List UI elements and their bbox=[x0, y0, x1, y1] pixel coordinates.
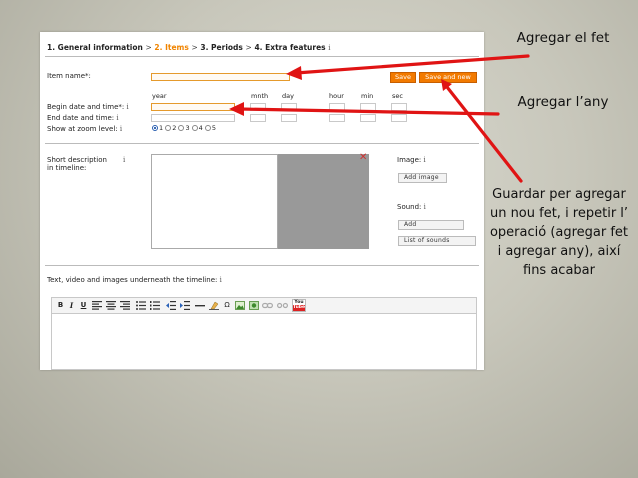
screenshot-panel: 1. General information > 2. Items > 3. P… bbox=[40, 32, 484, 370]
eraser-icon[interactable] bbox=[209, 301, 219, 310]
info-icon[interactable]: i bbox=[424, 203, 426, 211]
callout-save-instructions: Guardar per agregar un nou fet, i repeti… bbox=[489, 187, 629, 278]
special-character-button[interactable]: Ω bbox=[222, 301, 232, 310]
short-description-textarea[interactable] bbox=[151, 154, 278, 249]
bold-button[interactable]: B bbox=[56, 301, 65, 310]
editor-toolbar: B I U Ω You Tube bbox=[51, 297, 477, 314]
begin-sec-input[interactable] bbox=[391, 103, 407, 111]
divider bbox=[45, 265, 479, 266]
callout-add-item: Agregar el fet bbox=[516, 30, 610, 46]
callout-add-year: Agregar l’any bbox=[517, 94, 609, 110]
radio-selected-icon[interactable] bbox=[152, 125, 158, 131]
item-name-label: Item name*: bbox=[47, 72, 91, 80]
close-icon[interactable]: ✕ bbox=[359, 153, 367, 163]
radio-icon[interactable] bbox=[165, 125, 172, 131]
step-separator: > bbox=[191, 43, 198, 52]
end-hour-input[interactable] bbox=[329, 114, 345, 122]
column-month: mnth bbox=[251, 92, 269, 100]
add-sound-button[interactable]: Add bbox=[398, 220, 464, 230]
zoom-option-1[interactable]: 1 bbox=[152, 124, 163, 132]
zoom-level-label: Show at zoom level: i bbox=[47, 125, 123, 133]
horizontal-rule-icon[interactable] bbox=[195, 301, 205, 310]
short-description-label: Short description bbox=[47, 156, 107, 164]
step-separator: > bbox=[145, 43, 152, 52]
begin-day-input[interactable] bbox=[281, 103, 297, 111]
column-sec: sec bbox=[392, 92, 403, 100]
step-items[interactable]: 2. Items bbox=[154, 43, 188, 52]
info-icon[interactable]: i bbox=[120, 125, 122, 133]
begin-date-label: Begin date and time*: i bbox=[47, 103, 129, 111]
zoom-option-5[interactable]: 5 bbox=[204, 124, 216, 132]
zoom-option-2[interactable]: 2 bbox=[165, 124, 176, 132]
begin-year-input[interactable] bbox=[151, 103, 235, 111]
short-description-label-line2: in timeline: bbox=[47, 164, 87, 172]
begin-min-input[interactable] bbox=[360, 103, 376, 111]
end-year-input[interactable] bbox=[151, 114, 235, 122]
info-icon[interactable]: i bbox=[220, 276, 222, 284]
column-day: day bbox=[282, 92, 294, 100]
info-icon[interactable]: i bbox=[424, 156, 426, 164]
italic-button[interactable]: I bbox=[67, 301, 76, 310]
info-icon[interactable]: i bbox=[328, 44, 330, 52]
add-image-button[interactable]: Add image bbox=[398, 173, 447, 183]
insert-image-icon[interactable] bbox=[235, 301, 245, 310]
save-button[interactable]: Save bbox=[390, 72, 416, 83]
info-icon[interactable]: i bbox=[123, 156, 125, 164]
list-of-sounds-button[interactable]: List of sounds bbox=[398, 236, 476, 246]
end-sec-input[interactable] bbox=[391, 114, 407, 122]
step-periods[interactable]: 3. Periods bbox=[200, 43, 243, 52]
align-right-icon[interactable] bbox=[120, 301, 130, 310]
link-icon[interactable] bbox=[262, 301, 273, 310]
zoom-level-radio-group: 1 2 3 4 5 bbox=[152, 124, 216, 132]
end-date-label: End date and time: i bbox=[47, 114, 119, 122]
begin-month-input[interactable] bbox=[250, 103, 266, 111]
unlink-icon[interactable] bbox=[277, 301, 288, 310]
end-day-input[interactable] bbox=[281, 114, 297, 122]
begin-hour-input[interactable] bbox=[329, 103, 345, 111]
step-extra-features[interactable]: 4. Extra features bbox=[254, 43, 325, 52]
rich-text-editor-area[interactable] bbox=[51, 314, 477, 370]
radio-icon[interactable] bbox=[204, 125, 211, 131]
step-separator: > bbox=[245, 43, 252, 52]
youtube-icon[interactable]: You Tube bbox=[292, 299, 306, 312]
numbered-list-icon[interactable] bbox=[150, 301, 160, 310]
align-center-icon[interactable] bbox=[106, 301, 116, 310]
zoom-option-3[interactable]: 3 bbox=[178, 124, 190, 132]
radio-icon[interactable] bbox=[178, 125, 185, 131]
underline-button[interactable]: U bbox=[79, 301, 88, 310]
image-preview-area bbox=[278, 154, 369, 249]
end-min-input[interactable] bbox=[360, 114, 376, 122]
step-general-information[interactable]: 1. General information bbox=[47, 43, 143, 52]
radio-icon[interactable] bbox=[191, 125, 198, 131]
info-icon[interactable]: i bbox=[116, 114, 118, 122]
image-label: Image: i bbox=[397, 156, 426, 164]
wizard-steps: 1. General information > 2. Items > 3. P… bbox=[47, 43, 331, 52]
outdent-icon[interactable] bbox=[166, 301, 176, 310]
text-underneath-label: Text, video and images underneath the ti… bbox=[47, 276, 222, 284]
align-left-icon[interactable] bbox=[92, 301, 102, 310]
zoom-option-4[interactable]: 4 bbox=[191, 124, 203, 132]
column-hour: hour bbox=[329, 92, 344, 100]
sound-label: Sound: i bbox=[397, 203, 426, 211]
end-month-input[interactable] bbox=[250, 114, 266, 122]
bullet-list-icon[interactable] bbox=[136, 301, 146, 310]
column-min: min bbox=[361, 92, 374, 100]
save-and-new-button[interactable]: Save and new bbox=[419, 72, 477, 83]
divider bbox=[45, 143, 479, 144]
divider bbox=[45, 56, 479, 57]
info-icon[interactable]: i bbox=[126, 103, 128, 111]
indent-icon[interactable] bbox=[180, 301, 190, 310]
item-name-input[interactable] bbox=[151, 73, 290, 81]
column-year: year bbox=[152, 92, 167, 100]
insert-media-icon[interactable] bbox=[249, 301, 259, 310]
